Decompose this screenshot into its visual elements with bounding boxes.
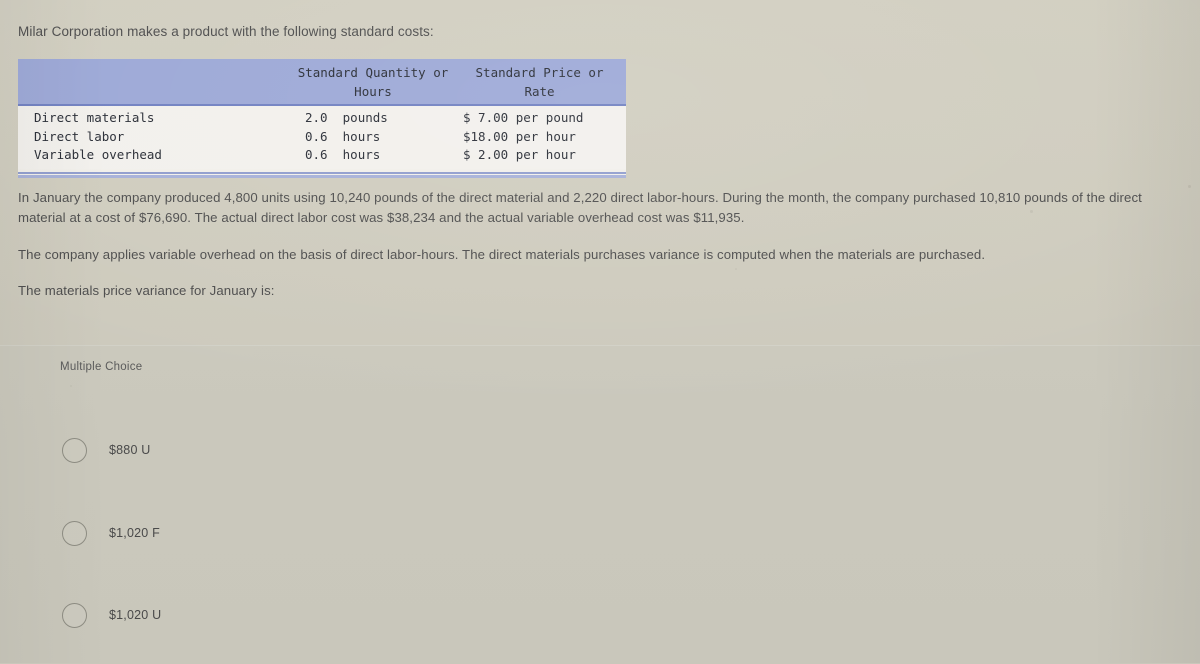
table-row: Direct labor 0.6 hours $18.00 per hour bbox=[18, 128, 626, 147]
question-paragraph-policy: The company applies variable overhead on… bbox=[18, 247, 986, 262]
rate-unit: per pound bbox=[515, 110, 584, 125]
row-label-direct-materials: Direct materials bbox=[34, 110, 155, 125]
quantity-unit: hours bbox=[342, 128, 381, 144]
answer-option-b-label: $1,020 F bbox=[109, 526, 160, 540]
table-header-row-1: Standard Quantity or Standard Price or bbox=[18, 64, 626, 83]
answer-option-a[interactable]: $880 U bbox=[62, 435, 151, 465]
table-header-rate-line2: Rate bbox=[524, 83, 555, 99]
quantity-unit: pounds bbox=[342, 110, 388, 125]
rate-value: $ 7.00 bbox=[463, 110, 509, 125]
rate-value: $18.00 bbox=[463, 128, 509, 144]
answer-option-b[interactable]: $1,020 F bbox=[62, 518, 160, 548]
row-quantity-direct-materials: 2.0 pounds bbox=[293, 109, 453, 128]
answer-option-c-label: $1,020 U bbox=[109, 608, 162, 622]
table-header-rate-line1: Standard Price or bbox=[475, 65, 604, 80]
table-row: Variable overhead 0.6 hours $ 2.00 per h… bbox=[18, 146, 626, 165]
rate-value: $ 2.00 bbox=[463, 147, 509, 162]
multiple-choice-label: Multiple Choice bbox=[60, 361, 143, 373]
question-intro-text: Milar Corporation makes a product with t… bbox=[18, 24, 434, 39]
table-header-blank-2 bbox=[18, 83, 293, 102]
table-header-quantity-line2: Hours bbox=[354, 83, 392, 99]
table-bottom-rule-secondary bbox=[18, 174, 626, 178]
radio-button-icon-option-b[interactable] bbox=[62, 520, 87, 546]
row-label-variable-overhead: Variable overhead bbox=[34, 147, 162, 162]
table-row: Direct materials 2.0 pounds $ 7.00 per p… bbox=[18, 109, 626, 128]
table-header-quantity-line1: Standard Quantity or bbox=[297, 65, 449, 80]
row-rate-variable-overhead: $ 2.00 per hour bbox=[453, 146, 626, 165]
row-rate-direct-labor: $18.00 per hour bbox=[453, 128, 626, 147]
quantity-value: 2.0 bbox=[305, 110, 328, 125]
rate-unit: per hour bbox=[515, 147, 576, 162]
row-label-direct-labor: Direct labor bbox=[34, 128, 125, 144]
answer-option-c[interactable]: $1,020 U bbox=[62, 600, 161, 630]
radio-button-icon-option-c[interactable] bbox=[62, 602, 87, 628]
question-area: Milar Corporation makes a product with t… bbox=[0, 0, 1200, 345]
question-paragraph-production-data: In January the company produced 4,800 un… bbox=[18, 190, 1142, 225]
table-body: Direct materials 2.0 pounds $ 7.00 per p… bbox=[18, 106, 626, 169]
row-quantity-variable-overhead: 0.6 hours bbox=[293, 146, 453, 165]
row-quantity-direct-labor: 0.6 hours bbox=[293, 128, 453, 147]
answer-panel bbox=[0, 345, 1200, 664]
quantity-unit: hours bbox=[342, 147, 381, 162]
table-header-blank bbox=[18, 64, 293, 83]
table-bottom-rule bbox=[18, 171, 626, 174]
quantity-value: 0.6 bbox=[305, 147, 328, 162]
rate-unit: per hour bbox=[515, 128, 576, 144]
radio-button-icon-option-a[interactable] bbox=[62, 437, 87, 463]
row-rate-direct-materials: $ 7.00 per pound bbox=[453, 109, 626, 128]
question-prompt: The materials price variance for January… bbox=[18, 283, 275, 298]
quantity-value: 0.6 bbox=[305, 128, 328, 144]
question-page: Milar Corporation makes a product with t… bbox=[0, 0, 1200, 664]
table-header-row-2: Hours Rate bbox=[18, 83, 626, 102]
answer-option-a-label: $880 U bbox=[109, 443, 151, 457]
standard-cost-table: Standard Quantity or Standard Price or H… bbox=[18, 59, 626, 178]
table-header-band: Standard Quantity or Standard Price or H… bbox=[18, 59, 626, 106]
